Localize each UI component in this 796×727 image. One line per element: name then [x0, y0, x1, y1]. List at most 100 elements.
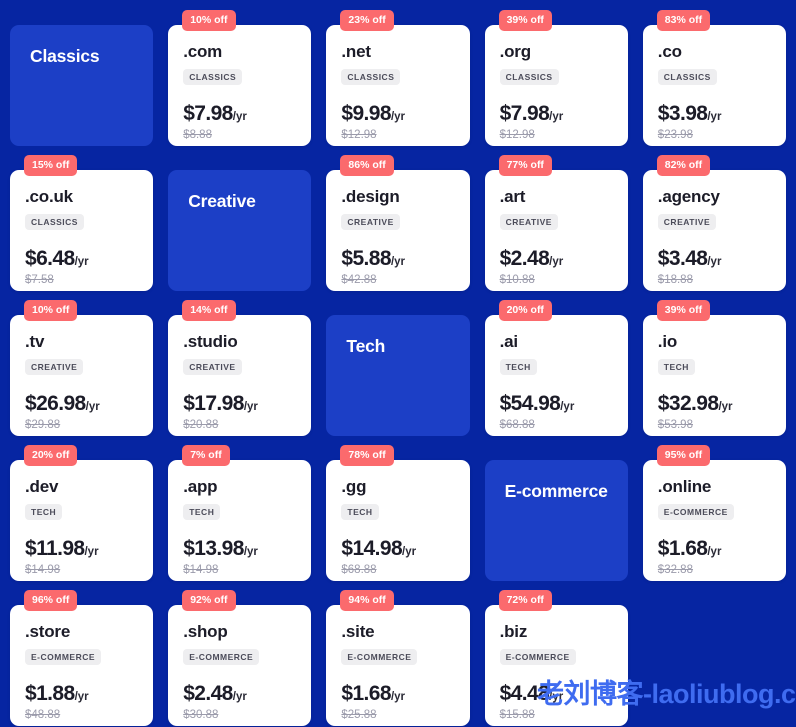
domain-card[interactable]: .dev TECH $11.98/yr $14.98 [10, 460, 154, 581]
category-tag: E-COMMERCE [183, 649, 260, 665]
domain-card[interactable]: .site E-COMMERCE $1.68/yr $25.88 [326, 605, 470, 726]
price-period: /yr [707, 546, 722, 558]
domain-card[interactable]: .online E-COMMERCE $1.68/yr $32.88 [642, 460, 786, 581]
category-tag-row: E-COMMERCE [183, 640, 296, 665]
category-tag: CREATIVE [499, 214, 558, 230]
domain-pricing-grid: Classics 10% off .com CLASSICS $7.98/yr $8.88… [0, 0, 796, 727]
sale-price: $3.98 [657, 102, 708, 125]
category-tile[interactable]: E-commerce [484, 460, 628, 581]
domain-card-cell: 82% off .agency CREATIVE $3.48/yr $18.88 [642, 155, 786, 300]
price-period: /yr [390, 256, 406, 268]
price-period: /yr [549, 111, 564, 123]
discount-badge: 83% off [656, 10, 711, 31]
category-tag: E-COMMERCE [657, 504, 734, 520]
category-tag-row: CLASSICS [341, 60, 454, 85]
discount-badge: 86% off [340, 155, 394, 176]
category-tile-cell: Creative [168, 155, 312, 300]
tld-name: .net [341, 42, 371, 61]
original-price: $10.88 [499, 274, 535, 286]
category-tag-row: TECH [25, 495, 138, 520]
category-tag: CLASSICS [657, 69, 717, 85]
original-price: $42.88 [341, 274, 377, 286]
original-price: $14.98 [25, 564, 61, 576]
sale-price: $13.98 [183, 537, 244, 560]
domain-card[interactable]: .org CLASSICS $7.98/yr $12.98 [484, 25, 628, 146]
category-tag: CLASSICS [183, 69, 243, 85]
domain-card[interactable]: .shop E-COMMERCE $2.48/yr $30.88 [168, 605, 312, 726]
domain-card[interactable]: .co.uk CLASSICS $6.48/yr $7.58 [10, 170, 154, 291]
tld-name: .art [499, 187, 526, 206]
domain-card[interactable]: .app TECH $13.98/yr $14.98 [168, 460, 312, 581]
sale-price: $4.48 [499, 682, 550, 705]
sale-price: $7.98 [183, 102, 233, 125]
domain-card-cell: 20% off .ai TECH $54.98/yr $68.88 [484, 300, 628, 445]
tld-name: .app [183, 477, 218, 496]
sale-price: $5.88 [341, 247, 391, 270]
tld-name: .ai [499, 332, 519, 351]
category-tag: TECH [183, 504, 221, 520]
category-tag: E-COMMERCE [499, 649, 576, 665]
domain-card[interactable]: .net CLASSICS $9.98/yr $12.98 [326, 25, 470, 146]
price-period: /yr [74, 691, 89, 703]
discount-badge: 92% off [182, 590, 236, 611]
tld-name: .online [657, 477, 712, 496]
discount-badge: 15% off [24, 155, 78, 176]
empty-cell [643, 590, 786, 727]
price-period: /yr [560, 401, 575, 413]
domain-card[interactable]: .agency CREATIVE $3.48/yr $18.88 [642, 170, 786, 291]
domain-card[interactable]: .co CLASSICS $3.98/yr $23.98 [642, 25, 786, 146]
domain-card-cell: 10% off .com CLASSICS $7.98/yr $8.88 [168, 10, 312, 155]
tld-name: .dev [25, 477, 59, 496]
price-row: $7.98/yr [500, 103, 613, 124]
price-period: /yr [243, 401, 258, 413]
domain-card[interactable]: .gg TECH $14.98/yr $68.88 [326, 460, 470, 581]
domain-card-cell: 78% off .gg TECH $14.98/yr $68.88 [326, 445, 470, 590]
original-price: $7.58 [25, 274, 54, 286]
domain-card[interactable]: .tv CREATIVE $26.98/yr $29.88 [10, 315, 154, 436]
domain-card-cell: 10% off .tv CREATIVE $26.98/yr $29.88 [10, 300, 154, 445]
category-title: Tech [346, 336, 386, 356]
tld-name: .gg [341, 477, 367, 496]
discount-badge: 39% off [498, 10, 552, 31]
domain-card[interactable]: .design CREATIVE $5.88/yr $42.88 [326, 170, 470, 291]
sale-price: $7.98 [499, 102, 550, 125]
price-row: $1.68/yr [341, 683, 454, 704]
category-tag: CREATIVE [25, 359, 84, 375]
original-price: $12.98 [341, 129, 377, 141]
tld-name: .shop [183, 622, 228, 641]
original-price: $20.88 [183, 419, 219, 431]
category-tag: CREATIVE [341, 214, 400, 230]
price-period: /yr [718, 401, 733, 413]
price-period: /yr [232, 111, 247, 123]
domain-card[interactable]: .io TECH $32.98/yr $53.98 [642, 315, 786, 436]
category-tag-row: CREATIVE [657, 205, 771, 230]
category-tag: E-COMMERCE [341, 649, 418, 665]
domain-card[interactable]: .store E-COMMERCE $1.88/yr $48.88 [10, 605, 154, 726]
tld-name: .site [341, 622, 375, 641]
price-row: $3.98/yr [658, 103, 771, 124]
category-tag-row: E-COMMERCE [657, 495, 771, 520]
original-price: $53.98 [657, 419, 693, 431]
category-title: E-commerce [504, 481, 608, 501]
discount-badge: 78% off [340, 445, 394, 466]
domain-card[interactable]: .art CREATIVE $2.48/yr $10.88 [484, 170, 628, 291]
tld-name: .tv [25, 332, 45, 351]
category-tile[interactable]: Classics [10, 25, 154, 146]
original-price: $32.88 [657, 564, 693, 576]
category-tile[interactable]: Tech [326, 315, 470, 436]
price-row: $9.98/yr [341, 103, 454, 124]
domain-card[interactable]: .biz E-COMMERCE $4.48/yr $15.88 [484, 605, 628, 726]
original-price: $18.88 [657, 274, 693, 286]
category-tag: TECH [341, 504, 379, 520]
tld-name: .org [499, 42, 532, 61]
category-tag-row: E-COMMERCE [341, 640, 454, 665]
sale-price: $1.68 [341, 682, 391, 705]
domain-card[interactable]: .com CLASSICS $7.98/yr $8.88 [168, 25, 312, 146]
discount-badge: 39% off [656, 300, 711, 321]
domain-card[interactable]: .ai TECH $54.98/yr $68.88 [484, 315, 628, 436]
discount-badge: 20% off [24, 445, 78, 466]
price-period: /yr [243, 546, 258, 558]
domain-card-cell: 96% off .store E-COMMERCE $1.88/yr $48.88 [10, 590, 154, 727]
category-tile[interactable]: Creative [168, 170, 312, 291]
domain-card[interactable]: .studio CREATIVE $17.98/yr $20.88 [168, 315, 312, 436]
